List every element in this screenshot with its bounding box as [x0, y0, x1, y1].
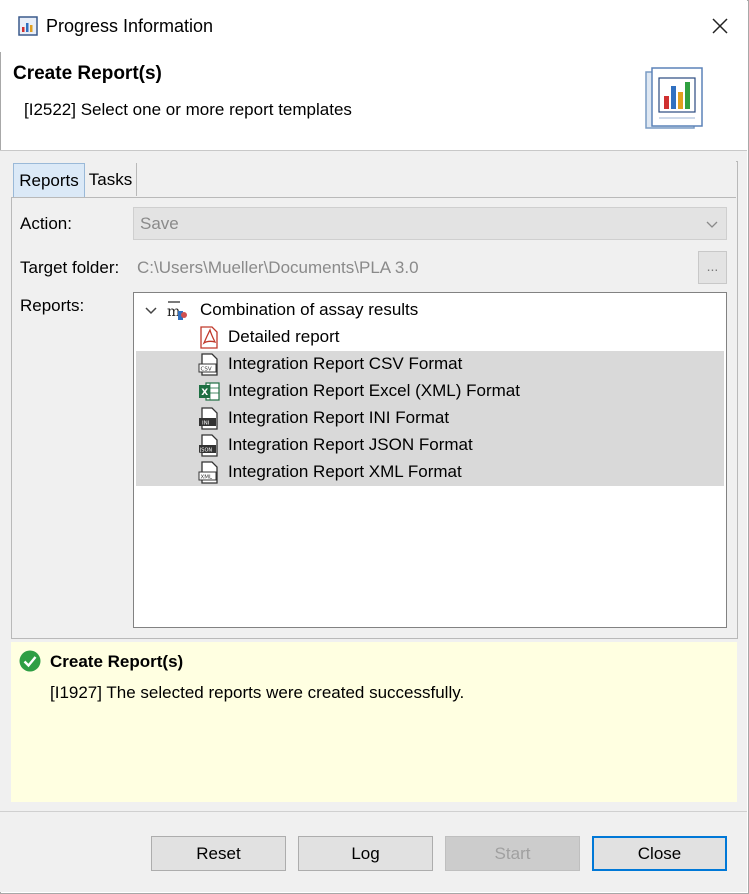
svg-text:X: X [201, 388, 208, 398]
status-message: [I1927] The selected reports were create… [50, 683, 465, 702]
json-file-icon: JSON [199, 434, 218, 457]
close-icon[interactable] [706, 12, 734, 40]
reports-label: Reports: [20, 296, 85, 315]
report-chart-icon [645, 67, 703, 129]
tree-item-label: Integration Report INI Format [228, 408, 450, 427]
tree-item-csv[interactable]: CSV Integration Report CSV Format [136, 351, 724, 378]
tree-item-label: Integration Report Excel (XML) Format [228, 381, 520, 400]
tree-item-label: Integration Report XML Format [228, 462, 462, 481]
pdf-icon [200, 326, 218, 349]
action-select[interactable]: Save [133, 207, 727, 240]
excel-file-icon: X [199, 382, 220, 401]
xml-file-icon: XML [198, 461, 218, 484]
browse-button[interactable]: ... [698, 251, 727, 284]
tree-root-label: Combination of assay results [200, 300, 419, 319]
tab-tasks[interactable]: Tasks [85, 163, 137, 196]
tree-item-ini[interactable]: INI Integration Report INI Format [136, 405, 724, 432]
target-folder-label: Target folder: [20, 258, 120, 277]
csv-file-icon: CSV [198, 353, 218, 376]
svg-text:CSV: CSV [201, 367, 212, 373]
tree-item-excel[interactable]: X Integration Report Excel (XML) Format [136, 378, 724, 405]
reset-button[interactable]: Reset [151, 836, 286, 871]
close-button[interactable]: Close [592, 836, 727, 871]
header-title: Create Report(s) [13, 63, 162, 84]
chevron-down-icon [706, 221, 718, 228]
tree-item-detailed-report[interactable]: Detailed report [136, 324, 724, 351]
log-button[interactable]: Log [298, 836, 433, 871]
tree-item-label: Integration Report JSON Format [228, 435, 473, 454]
tree-item-xml[interactable]: XML Integration Report XML Format [136, 459, 724, 486]
window-title: Progress Information [46, 16, 214, 36]
tree-root-row[interactable]: m Combination of assay results [136, 297, 724, 324]
success-check-icon [19, 650, 41, 672]
status-title: Create Report(s) [50, 652, 184, 671]
start-button[interactable]: Start [445, 836, 580, 871]
target-folder-path: C:\Users\Mueller\Documents\PLA 3.0 [137, 258, 419, 277]
ini-file-icon: INI [199, 407, 218, 430]
svg-text:INI: INI [202, 421, 210, 427]
svg-text:JSON: JSON [199, 448, 213, 454]
assay-combination-icon: m [167, 301, 187, 320]
chevron-down-icon[interactable] [144, 305, 158, 317]
tree-item-label: Detailed report [228, 327, 340, 346]
app-report-icon [18, 16, 38, 36]
tree-item-json[interactable]: JSON Integration Report JSON Format [136, 432, 724, 459]
reports-tree[interactable]: m Combination of assay results Detailed … [133, 292, 727, 628]
tree-item-label: Integration Report CSV Format [228, 354, 463, 373]
header-message: [I2522] Select one or more report templa… [24, 100, 352, 119]
action-label: Action: [20, 214, 72, 233]
action-select-value: Save [140, 214, 179, 233]
svg-text:XML: XML [201, 475, 214, 481]
tab-reports[interactable]: Reports [13, 163, 85, 197]
